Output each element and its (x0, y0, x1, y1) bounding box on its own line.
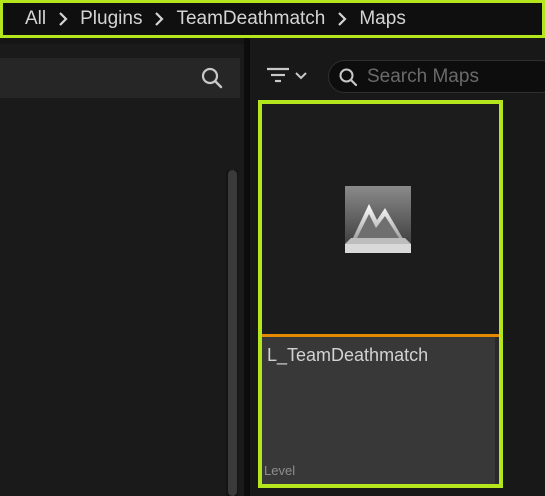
breadcrumb: All Plugins TeamDeathmatch Maps (0, 0, 545, 38)
level-map-icon (345, 186, 411, 256)
breadcrumb-item-all[interactable]: All (25, 8, 46, 30)
filter-button[interactable] (265, 64, 315, 90)
asset-name: L_TeamDeathmatch (267, 345, 429, 365)
scrollbar[interactable] (226, 170, 238, 496)
asset-type-label: Level (264, 463, 296, 478)
chevron-right-icon[interactable] (325, 9, 359, 29)
breadcrumb-item-teamdeathmatch[interactable]: TeamDeathmatch (176, 8, 325, 30)
chevron-down-icon (294, 68, 308, 86)
asset-info: L_TeamDeathmatch Level (262, 334, 499, 484)
folder-tree-panel (0, 44, 244, 496)
search-icon[interactable] (200, 66, 224, 90)
scrollbar-thumb[interactable] (228, 170, 237, 496)
asset-tile[interactable]: L_TeamDeathmatch Level (258, 100, 503, 488)
asset-view-panel: L_TeamDeathmatch Level (250, 38, 545, 496)
chevron-right-icon[interactable] (142, 9, 176, 29)
search-maps-box[interactable] (328, 60, 545, 93)
search-input[interactable] (367, 65, 545, 89)
asset-thumbnail (262, 104, 499, 334)
chevron-right-icon[interactable] (46, 9, 80, 29)
folder-search-box[interactable] (0, 58, 240, 98)
filter-icon (265, 65, 291, 90)
breadcrumb-item-plugins[interactable]: Plugins (80, 8, 142, 30)
breadcrumb-item-maps[interactable]: Maps (359, 8, 405, 30)
asset-info-edge (495, 337, 499, 484)
search-icon (338, 67, 358, 87)
